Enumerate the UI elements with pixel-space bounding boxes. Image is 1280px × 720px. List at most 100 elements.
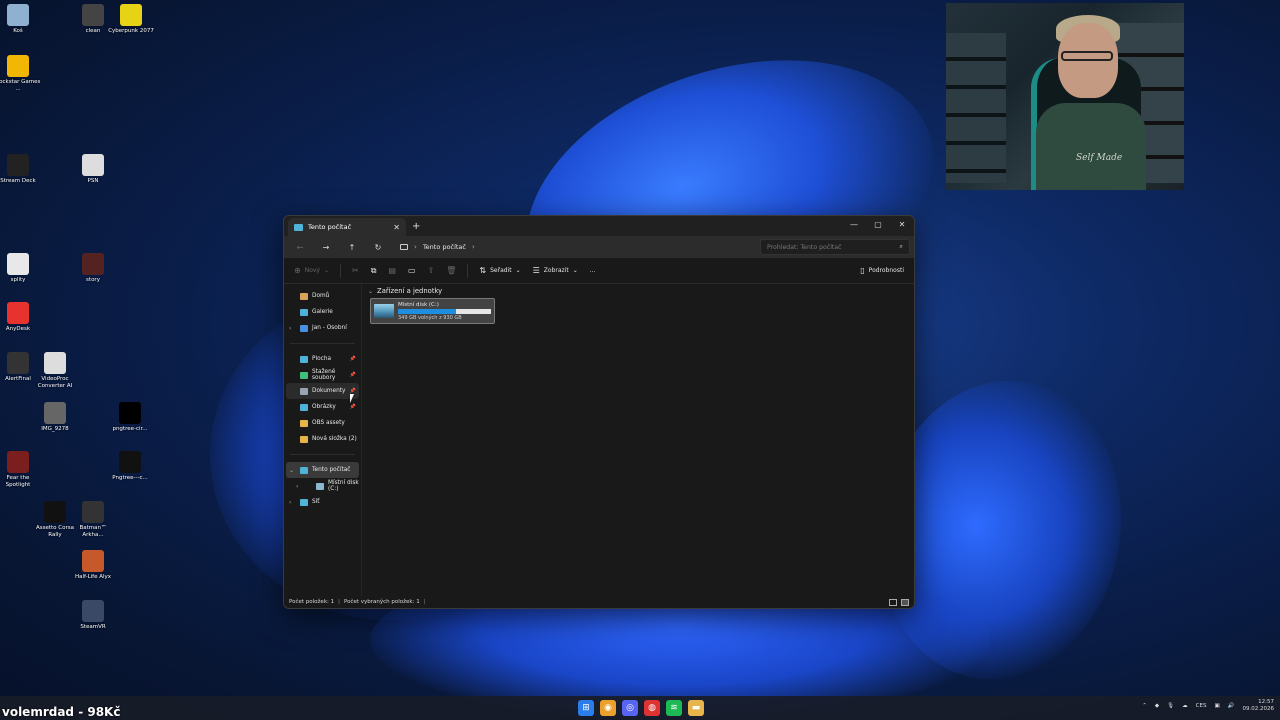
command-bar: ⊕ Nový ⌄ ✂ ⧉ ▤ ▭ ⇪ 🗑 ⇅ Seřadit ⌄ ☰ Zobra…: [284, 258, 914, 284]
close-button[interactable]: ✕: [890, 216, 914, 232]
maximize-button[interactable]: ▢: [866, 216, 890, 232]
desktop-icon-label: Stream Deck: [0, 178, 36, 184]
more-button[interactable]: ...: [586, 262, 600, 280]
desktop-icon[interactable]: Half-Life Alyx: [69, 550, 117, 581]
chrome-icon[interactable]: ◉: [600, 700, 616, 716]
sort-label: Seřadit: [490, 267, 512, 274]
chevron-down-icon[interactable]: ⌄: [368, 288, 373, 295]
sort-button[interactable]: ⇅ Seřadit ⌄: [475, 262, 524, 280]
new-tab-button[interactable]: +: [412, 221, 420, 232]
forward-button[interactable]: →: [314, 238, 338, 256]
game-icon: [44, 501, 66, 523]
breadcrumb[interactable]: Tento počítač: [423, 243, 466, 251]
desktop-icon[interactable]: Fear the Spotlight: [0, 451, 42, 489]
desktop-icon[interactable]: Cyberpunk 2077: [107, 4, 155, 35]
pin-icon[interactable]: 📌: [350, 356, 356, 362]
desktop-icon[interactable]: story: [69, 253, 117, 284]
drive-usage-bar: [398, 308, 491, 314]
minimize-button[interactable]: —: [842, 216, 866, 232]
refresh-button[interactable]: ↻: [366, 238, 390, 256]
desktop-icon[interactable]: VideoProc Converter AI: [31, 352, 79, 390]
start-icon[interactable]: ⊞: [578, 700, 594, 716]
sidebar-item-label: Galerie: [312, 309, 333, 315]
drive-icon: [374, 304, 394, 318]
desktop-icon[interactable]: Koš: [0, 4, 42, 35]
desktop-icon[interactable]: AnyDesk: [0, 302, 42, 333]
onedrive-icon[interactable]: ☁: [1182, 703, 1188, 709]
share-button[interactable]: ⇪: [424, 262, 439, 280]
spotify-icon[interactable]: ≋: [666, 700, 682, 716]
tab-close-icon[interactable]: ✕: [393, 223, 400, 232]
back-button[interactable]: ←: [288, 238, 312, 256]
new-button[interactable]: ⊕ Nový ⌄: [290, 262, 333, 280]
discord-icon[interactable]: ◎: [622, 700, 638, 716]
volume-icon[interactable]: 🔊: [1228, 703, 1235, 709]
rename-button[interactable]: ▭: [404, 262, 420, 280]
search-input[interactable]: [767, 243, 887, 251]
sidebar-item-obs[interactable]: OBS assety: [286, 415, 359, 431]
sidebar-item-label: OBS assety: [312, 420, 345, 426]
title-bar: Tento počítač ✕ + — ▢ ✕: [284, 216, 914, 236]
copy-button[interactable]: ⧉: [367, 262, 381, 280]
tiles-view-icon[interactable]: [901, 598, 909, 606]
paste-button[interactable]: ▤: [384, 262, 400, 280]
sidebar-item-this-pc[interactable]: ⌄ Tento počítač: [286, 462, 359, 478]
chevron-up-icon[interactable]: ⌃: [1142, 703, 1147, 709]
details-view-icon[interactable]: [889, 598, 897, 606]
pin-icon[interactable]: 📌: [350, 404, 356, 410]
sidebar-item-label: Plocha: [312, 356, 332, 362]
chevron-right-icon[interactable]: ›: [289, 325, 291, 332]
details-button[interactable]: ▯ Podrobnosti: [856, 262, 908, 280]
tab-this-pc[interactable]: Tento počítač ✕: [288, 218, 406, 236]
desktop-icon-label: Fear the Spotlight: [5, 475, 31, 488]
desktop-icon-label: story: [86, 277, 100, 283]
desktop-icon[interactable]: Batman™ Arkha...: [69, 501, 117, 539]
sidebar-item-desktop[interactable]: Plocha 📌: [286, 351, 359, 367]
sidebar-item-home[interactable]: Domů: [286, 288, 359, 304]
sidebar-item-network[interactable]: › Síť: [286, 494, 359, 510]
address-bar[interactable]: › Tento počítač ›: [396, 239, 752, 255]
language-indicator[interactable]: CES: [1196, 703, 1207, 709]
chevron-right-icon[interactable]: ›: [296, 483, 298, 490]
desktop-icon[interactable]: Pngtree---c...: [106, 451, 154, 482]
sidebar-item-new-folder[interactable]: Nová složka (2): [286, 431, 359, 447]
desktop-icon[interactable]: splity: [0, 253, 42, 284]
group-header[interactable]: ⌄ Zařízení a jednotky: [368, 287, 908, 295]
sidebar-item-documents[interactable]: Dokumenty 📌: [286, 383, 359, 399]
clock[interactable]: 12:57 09.02.2026: [1243, 699, 1275, 713]
desktop-icon[interactable]: Stream Deck: [0, 154, 42, 185]
chevron-right-icon[interactable]: ›: [472, 243, 475, 251]
desktop-icon-label: Cyberpunk 2077: [108, 28, 154, 34]
desktop-icon[interactable]: IMG_9278: [31, 402, 79, 433]
view-button[interactable]: ☰ Zobrazit ⌄: [529, 262, 582, 280]
copy-icon: ⧉: [370, 265, 377, 275]
microphone-icon[interactable]: 🎙: [1167, 703, 1174, 709]
up-button[interactable]: ↑: [340, 238, 364, 256]
scissors-icon: ✂: [352, 266, 359, 275]
desktop-icon-label: pngtree-cir...: [112, 426, 148, 432]
sidebar-item-gallery[interactable]: Galerie: [286, 304, 359, 320]
network-icon[interactable]: ▣: [1214, 703, 1219, 709]
chevron-right-icon[interactable]: ›: [289, 499, 291, 506]
file-explorer-window: Tento počítač ✕ + — ▢ ✕ ← → ↑ ↻ › Tento …: [283, 215, 915, 609]
tray-app-icon[interactable]: ◆: [1155, 703, 1159, 709]
videoproc-icon: [44, 352, 66, 374]
desktop-icon[interactable]: PSN: [69, 154, 117, 185]
search-box[interactable]: ⌕: [760, 239, 910, 255]
drive-tile-c[interactable]: Místní disk (C:) 349 GB volných z 930 GB: [370, 298, 495, 324]
desktop-icon-label: IMG_9278: [41, 426, 69, 432]
sidebar-item-label: Dokumenty: [312, 388, 346, 394]
desktop-icon[interactable]: SteamVR: [69, 600, 117, 631]
cut-button[interactable]: ✂: [348, 262, 363, 280]
sidebar-item-onedrive[interactable]: › Jan - Osobní: [286, 320, 359, 336]
sidebar-item-downloads[interactable]: Stažené soubory 📌: [286, 367, 359, 383]
app-icon[interactable]: ◍: [644, 700, 660, 716]
sidebar-item-local-disk[interactable]: › Místní disk (C:): [286, 478, 359, 494]
desktop-icon[interactable]: Rockstar Games ...: [0, 55, 42, 93]
chevron-down-icon[interactable]: ⌄: [289, 467, 294, 474]
desktop-icon[interactable]: pngtree-cir...: [106, 402, 154, 433]
sidebar-item-pictures[interactable]: Obrázky 📌: [286, 399, 359, 415]
pin-icon[interactable]: 📌: [350, 372, 356, 378]
delete-button[interactable]: 🗑: [442, 262, 460, 280]
file-explorer-icon[interactable]: ▬: [688, 700, 704, 716]
